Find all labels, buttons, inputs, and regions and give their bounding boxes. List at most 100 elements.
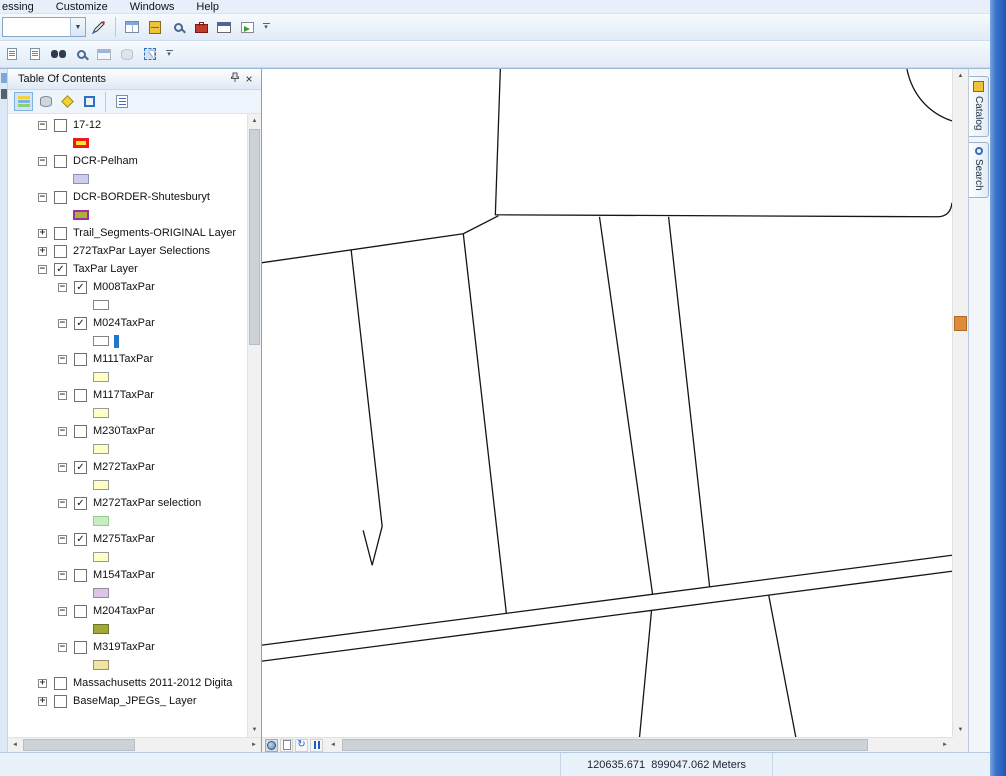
layer-item-row[interactable]: − M154TaxPar: [8, 566, 247, 584]
expander-icon[interactable]: −: [58, 606, 67, 616]
expander-icon[interactable]: +: [38, 678, 47, 688]
map-vertical-scrollbar[interactable]: ▲ ▼: [952, 69, 968, 737]
pin-icon[interactable]: [228, 72, 242, 86]
legend-swatch[interactable]: [93, 408, 109, 418]
map-view[interactable]: ▲ ▼ ↻ ◄ ►: [262, 69, 968, 752]
list-by-drawing-order-icon[interactable]: [14, 92, 33, 111]
legend-swatch[interactable]: [93, 552, 109, 562]
expander-icon[interactable]: −: [58, 534, 67, 544]
legend-swatch[interactable]: [93, 444, 109, 454]
layer-item-row[interactable]: − DCR-Pelham: [8, 152, 247, 170]
expander-icon[interactable]: −: [58, 570, 67, 580]
toc-title-bar[interactable]: Table Of Contents ×: [8, 69, 261, 90]
expander-icon[interactable]: −: [58, 318, 67, 328]
expander-icon[interactable]: −: [58, 462, 67, 472]
layer-label[interactable]: DCR-Pelham: [73, 155, 138, 167]
tab-search[interactable]: Search: [969, 142, 989, 199]
scroll-thumb[interactable]: [342, 739, 869, 751]
toolbar-overflow-icon[interactable]: ▾: [260, 16, 272, 38]
layer-item-row[interactable]: + Trail_Segments-ORIGINAL Layer: [8, 224, 247, 242]
legend-swatch[interactable]: [73, 210, 89, 220]
layer-label[interactable]: M272TaxPar selection: [93, 497, 201, 509]
python-window-icon[interactable]: [214, 17, 234, 37]
editor-sketch-icon[interactable]: [89, 17, 109, 37]
layer-item-row[interactable]: − M111TaxPar: [8, 350, 247, 368]
layer-checkbox[interactable]: ✓: [74, 496, 87, 510]
refresh-view-button[interactable]: ↻: [295, 738, 308, 752]
menu-help[interactable]: Help: [185, 1, 230, 13]
modelbuilder-icon[interactable]: [237, 17, 257, 37]
legend-swatch[interactable]: [93, 372, 109, 382]
tab-catalog[interactable]: Catalog: [969, 76, 989, 138]
legend-swatch[interactable]: [93, 624, 109, 634]
layer-checkbox[interactable]: [74, 388, 87, 402]
layer-label[interactable]: M024TaxPar: [93, 317, 155, 329]
legend-swatch[interactable]: [73, 174, 89, 184]
docked-window-edge[interactable]: [990, 0, 1006, 776]
layer-checkbox[interactable]: ✓: [74, 316, 87, 330]
layer-checkbox[interactable]: [54, 154, 67, 168]
scroll-up-icon[interactable]: ▲: [248, 114, 261, 128]
layer-label[interactable]: M008TaxPar: [93, 281, 155, 293]
layer-item-row[interactable]: + 272TaxPar Layer Selections: [8, 242, 247, 260]
layer-label[interactable]: M117TaxPar: [93, 389, 154, 401]
layer-item-row[interactable]: − M204TaxPar: [8, 602, 247, 620]
layer-label[interactable]: DCR-BORDER-Shutesburyt: [73, 191, 210, 203]
layout-view-button[interactable]: [280, 738, 293, 752]
layer-item-row[interactable]: − M230TaxPar: [8, 422, 247, 440]
attribute-table-icon[interactable]: [122, 17, 142, 37]
scroll-track[interactable]: [22, 738, 247, 752]
expander-icon[interactable]: −: [58, 498, 67, 508]
layer-checkbox[interactable]: [74, 640, 87, 654]
legend-swatch[interactable]: [93, 516, 109, 526]
layer-checkbox[interactable]: [54, 694, 67, 708]
measure-icon[interactable]: [117, 44, 137, 64]
go-to-xy-icon[interactable]: [94, 44, 114, 64]
expander-icon[interactable]: −: [58, 426, 67, 436]
layer-label[interactable]: M111TaxPar: [93, 353, 153, 365]
scroll-down-icon[interactable]: ▼: [953, 723, 968, 737]
layer-checkbox[interactable]: [74, 424, 87, 438]
find-route-icon[interactable]: [71, 44, 91, 64]
layer-checkbox[interactable]: ✓: [74, 460, 87, 474]
layer-label[interactable]: 272TaxPar Layer Selections: [73, 245, 210, 257]
scroll-thumb[interactable]: [249, 129, 260, 345]
layer-checkbox[interactable]: [54, 226, 67, 240]
scroll-right-icon[interactable]: ►: [938, 738, 952, 752]
fixed-zoom-in-icon[interactable]: [2, 44, 22, 64]
toc-options-icon[interactable]: [112, 92, 131, 111]
map-canvas[interactable]: [262, 69, 952, 737]
menu-customize[interactable]: Customize: [45, 1, 119, 13]
scroll-thumb[interactable]: [23, 739, 135, 751]
scroll-left-icon[interactable]: ◄: [326, 738, 340, 752]
scroll-down-icon[interactable]: ▼: [248, 723, 261, 737]
expander-icon[interactable]: −: [58, 642, 67, 652]
search-window-icon[interactable]: [168, 17, 188, 37]
legend-swatch[interactable]: [93, 660, 109, 670]
scroll-track[interactable]: [953, 83, 968, 723]
layer-label[interactable]: M275TaxPar: [93, 533, 155, 545]
layer-item-row[interactable]: − M319TaxPar: [8, 638, 247, 656]
layer-label[interactable]: BaseMap_JPEGs_ Layer: [73, 695, 197, 707]
expander-icon[interactable]: −: [58, 354, 67, 364]
menu-windows[interactable]: Windows: [119, 1, 186, 13]
expander-icon[interactable]: +: [38, 228, 47, 238]
scroll-track[interactable]: [340, 738, 938, 752]
layer-label[interactable]: M154TaxPar: [93, 569, 155, 581]
expander-icon[interactable]: −: [38, 120, 47, 130]
layer-checkbox[interactable]: [74, 568, 87, 582]
feature-template-combo[interactable]: ▼: [2, 17, 86, 37]
chevron-down-icon[interactable]: ▼: [70, 18, 85, 36]
scroll-track[interactable]: [248, 128, 261, 723]
close-icon[interactable]: ×: [242, 72, 256, 86]
toolbar-overflow-icon[interactable]: ▾: [163, 43, 175, 65]
layer-label[interactable]: TaxPar Layer: [73, 263, 138, 275]
layer-label[interactable]: M319TaxPar: [93, 641, 155, 653]
layer-label[interactable]: M272TaxPar: [93, 461, 155, 473]
arctoolbox-icon[interactable]: [191, 17, 211, 37]
select-features-icon[interactable]: [140, 44, 160, 64]
layer-item-row[interactable]: − ✓ M008TaxPar: [8, 278, 247, 296]
legend-swatch[interactable]: [93, 336, 109, 346]
data-view-button[interactable]: [265, 738, 278, 752]
scroll-right-icon[interactable]: ►: [247, 738, 261, 752]
